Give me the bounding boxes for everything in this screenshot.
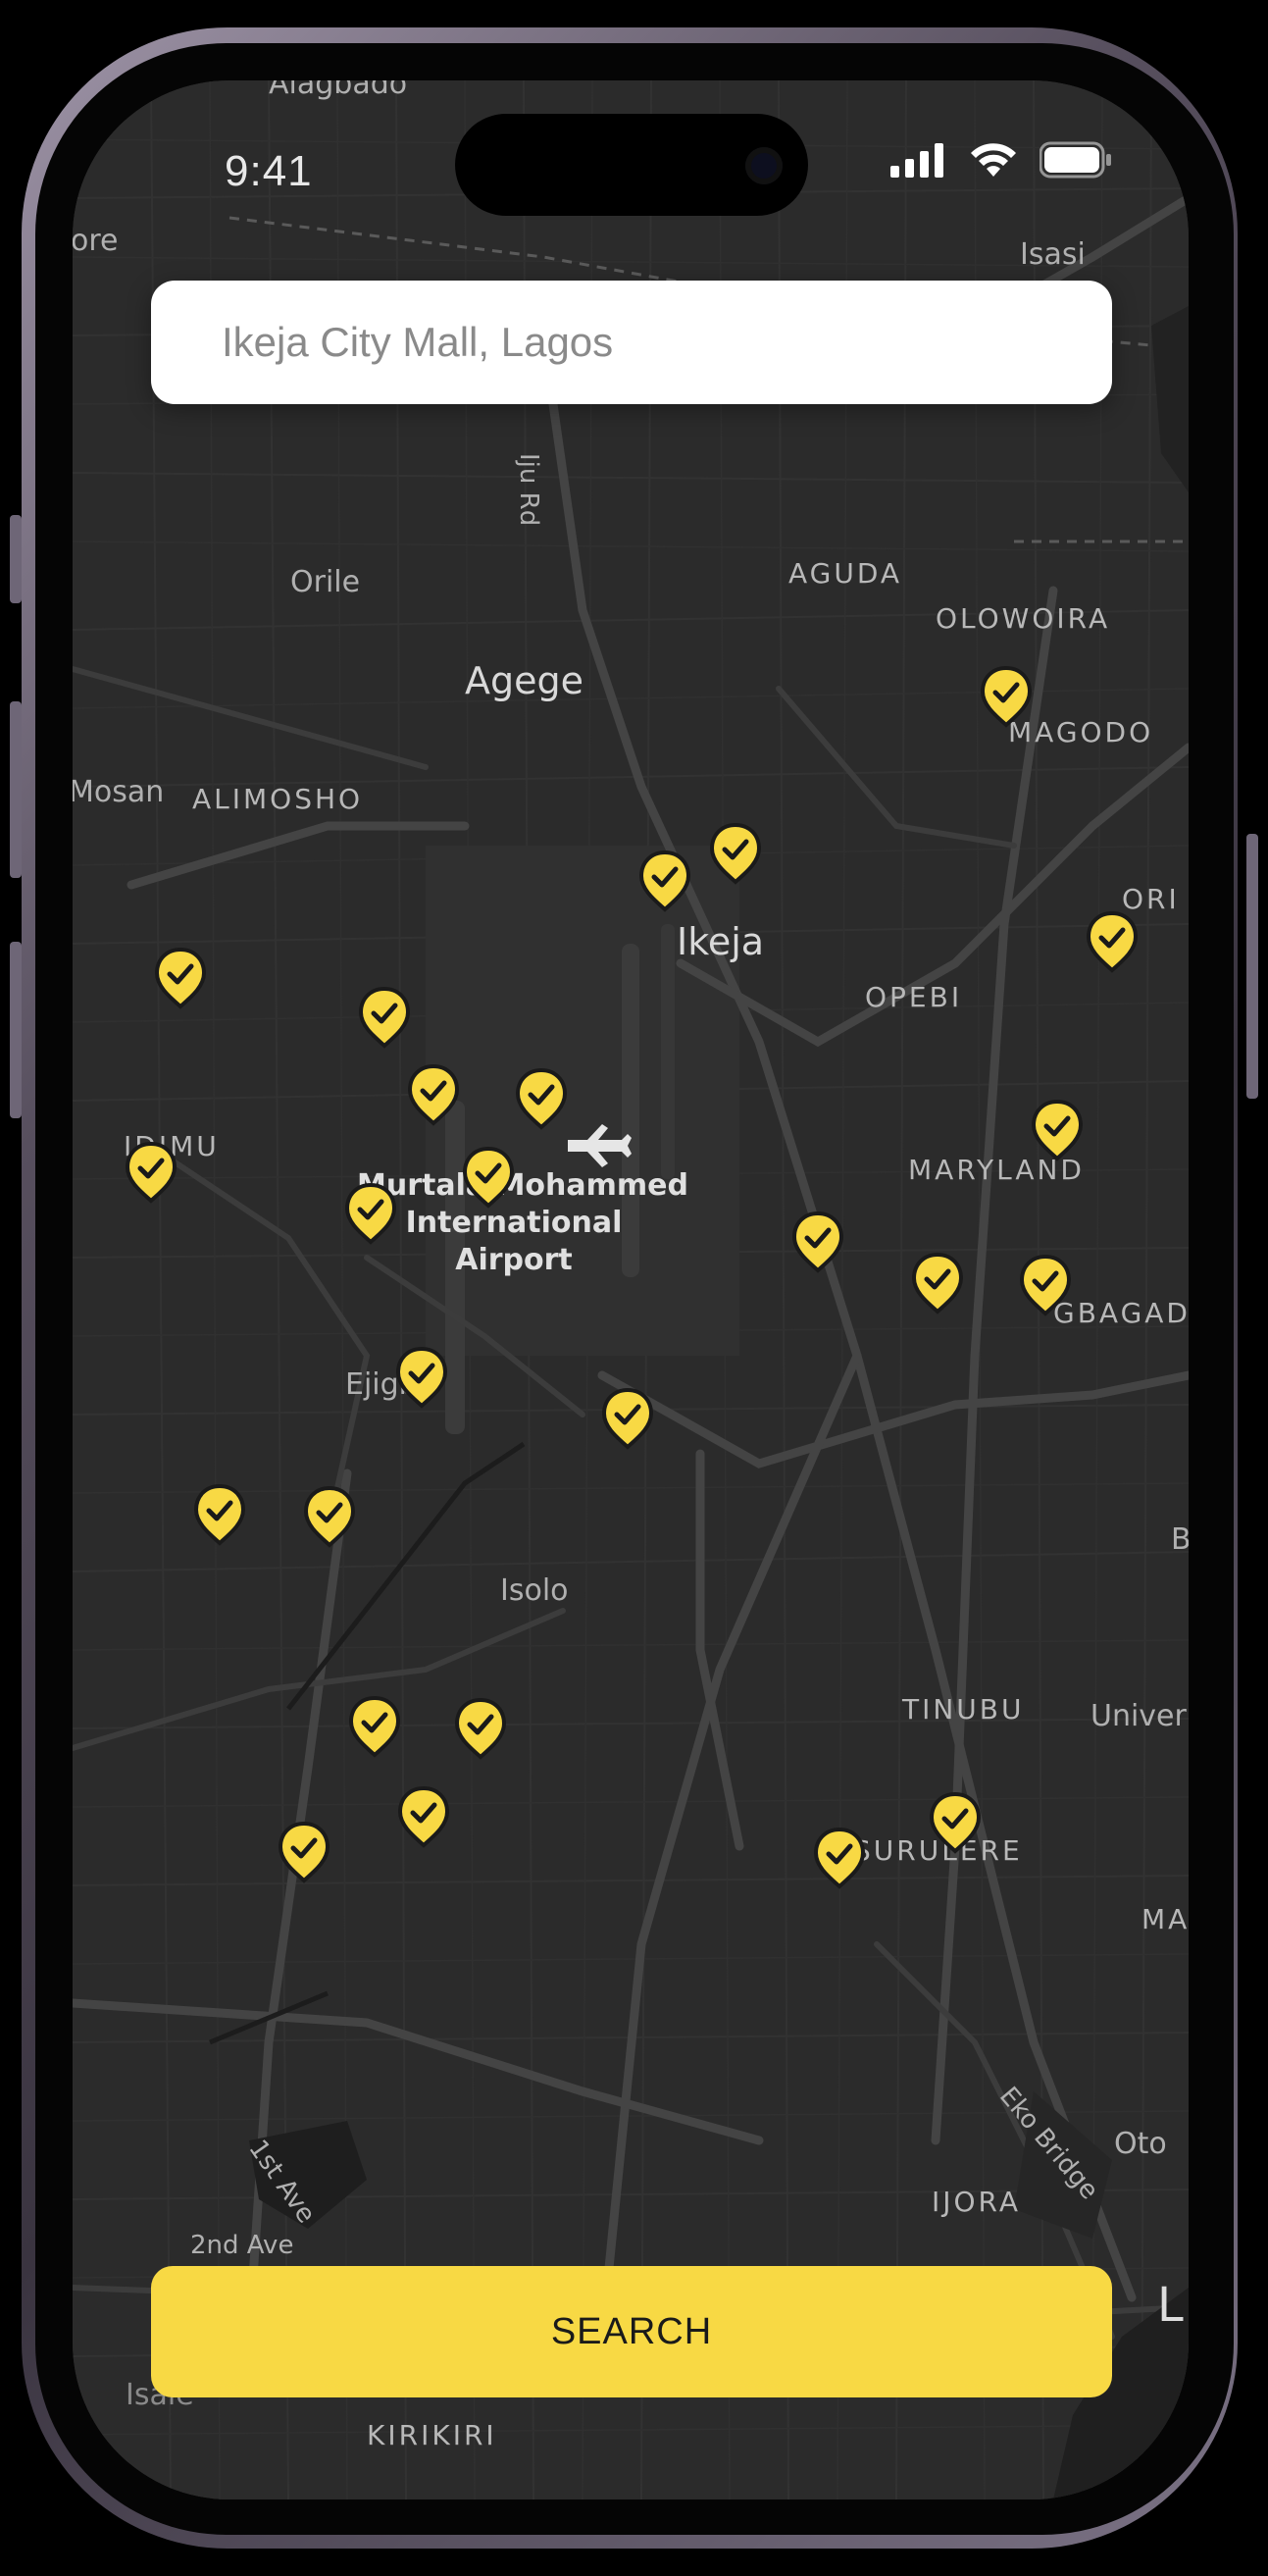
- map-pin[interactable]: [1018, 1254, 1073, 1316]
- map-pin[interactable]: [277, 1821, 331, 1883]
- map-label-olowoira: OLOWOIRA: [936, 602, 1111, 635]
- verified-pin-icon: [601, 1387, 654, 1450]
- map-pin[interactable]: [928, 1791, 983, 1854]
- volume-up-button: [10, 701, 22, 878]
- search-button-label: SEARCH: [550, 2310, 713, 2352]
- map-label-orile: Orile: [290, 565, 361, 599]
- verified-pin-icon: [407, 1063, 460, 1126]
- map-label-tinubu: TINUBU: [902, 1693, 1025, 1726]
- map-pin[interactable]: [396, 1785, 451, 1848]
- airport-line-3: Airport: [455, 1243, 573, 1277]
- map-label-mosan: Mosan: [73, 775, 165, 809]
- map-label-univer: Univer: [1090, 1699, 1187, 1733]
- map-pin[interactable]: [357, 986, 412, 1049]
- screen: Alagbado ore Isasi Iju Rd Orile AGUDA OL…: [73, 80, 1189, 2499]
- verified-pin-icon: [1019, 1254, 1072, 1316]
- power-button: [1246, 834, 1258, 1099]
- search-input[interactable]: [220, 318, 1067, 367]
- map-pin[interactable]: [979, 665, 1034, 728]
- verified-pin-icon: [154, 947, 207, 1009]
- map-label-oto: Oto: [1114, 2127, 1167, 2161]
- verified-pin-icon: [638, 850, 691, 912]
- map-label-ijora: IJORA: [932, 2186, 1022, 2218]
- verified-pin-icon: [303, 1485, 356, 1548]
- map-label-agege: Agege: [465, 659, 583, 702]
- map-label-2nd-ave: 2nd Ave: [190, 2231, 294, 2260]
- verified-pin-icon: [709, 822, 762, 885]
- verified-pin-icon: [395, 1346, 448, 1409]
- map-label-edge-l: L: [1157, 2278, 1184, 2333]
- verified-pin-icon: [929, 1791, 982, 1854]
- map-pin[interactable]: [453, 1697, 508, 1760]
- map-label-aguda: AGUDA: [788, 557, 903, 590]
- volume-down-button: [10, 942, 22, 1118]
- verified-pin-icon: [125, 1141, 178, 1204]
- map-label-ma: MA: [1141, 1903, 1189, 1935]
- status-time: 9:41: [225, 147, 313, 195]
- map-pin[interactable]: [790, 1211, 845, 1273]
- map-label-alimosho: ALIMOSHO: [192, 783, 364, 815]
- camera-icon: [745, 147, 783, 184]
- map-label-kirikiri: KIRIKIRI: [367, 2419, 497, 2451]
- verified-pin-icon: [193, 1483, 246, 1546]
- verified-pin-icon: [980, 665, 1033, 728]
- search-button[interactable]: SEARCH: [151, 2266, 1112, 2397]
- map-pin[interactable]: [812, 1827, 867, 1889]
- map-pin[interactable]: [347, 1695, 402, 1758]
- map-pin[interactable]: [600, 1387, 655, 1450]
- map-pin[interactable]: [514, 1067, 569, 1130]
- map-pin[interactable]: [461, 1146, 516, 1209]
- map-pin[interactable]: [302, 1485, 357, 1548]
- status-icons: [890, 141, 1112, 179]
- map-pin[interactable]: [343, 1182, 398, 1245]
- verified-pin-icon: [397, 1785, 450, 1848]
- verified-pin-icon: [348, 1695, 401, 1758]
- map-pin[interactable]: [192, 1483, 247, 1546]
- map-pin[interactable]: [708, 822, 763, 885]
- search-box[interactable]: [151, 281, 1112, 404]
- map-label-gbagada: GBAGAD: [1053, 1297, 1189, 1329]
- map-pin[interactable]: [394, 1346, 449, 1409]
- verified-pin-icon: [344, 1182, 397, 1245]
- map-pin[interactable]: [153, 947, 208, 1009]
- cellular-signal-icon: [890, 143, 943, 178]
- map-label-isasi: Isasi: [1020, 237, 1086, 272]
- wifi-icon: [971, 143, 1016, 177]
- map-label-ikeja: Ikeja: [677, 920, 765, 963]
- action-button: [10, 515, 22, 603]
- map-label-opebi: OPEBI: [865, 981, 963, 1013]
- map-label-alagbado: Alagbado: [269, 80, 408, 101]
- verified-pin-icon: [813, 1827, 866, 1889]
- map-label-isolo: Isolo: [500, 1573, 569, 1608]
- map-pin[interactable]: [124, 1141, 178, 1204]
- verified-pin-icon: [515, 1067, 568, 1130]
- verified-pin-icon: [358, 986, 411, 1049]
- map-pin[interactable]: [637, 850, 692, 912]
- map-pin[interactable]: [406, 1063, 461, 1126]
- verified-pin-icon: [1086, 910, 1139, 973]
- map-pin[interactable]: [1085, 910, 1140, 973]
- airport-line-2: International: [405, 1206, 623, 1240]
- verified-pin-icon: [278, 1821, 330, 1883]
- map-pin[interactable]: [910, 1252, 965, 1314]
- map-pin[interactable]: [1030, 1099, 1085, 1161]
- verified-pin-icon: [791, 1211, 844, 1273]
- map-label-iju-rd: Iju Rd: [514, 453, 543, 527]
- verified-pin-icon: [462, 1146, 515, 1209]
- verified-pin-icon: [1031, 1099, 1084, 1161]
- battery-icon: [1040, 141, 1111, 179]
- verified-pin-icon: [454, 1697, 507, 1760]
- verified-pin-icon: [911, 1252, 964, 1314]
- map-label-b: B: [1171, 1522, 1189, 1557]
- map-label-ore: ore: [73, 224, 119, 258]
